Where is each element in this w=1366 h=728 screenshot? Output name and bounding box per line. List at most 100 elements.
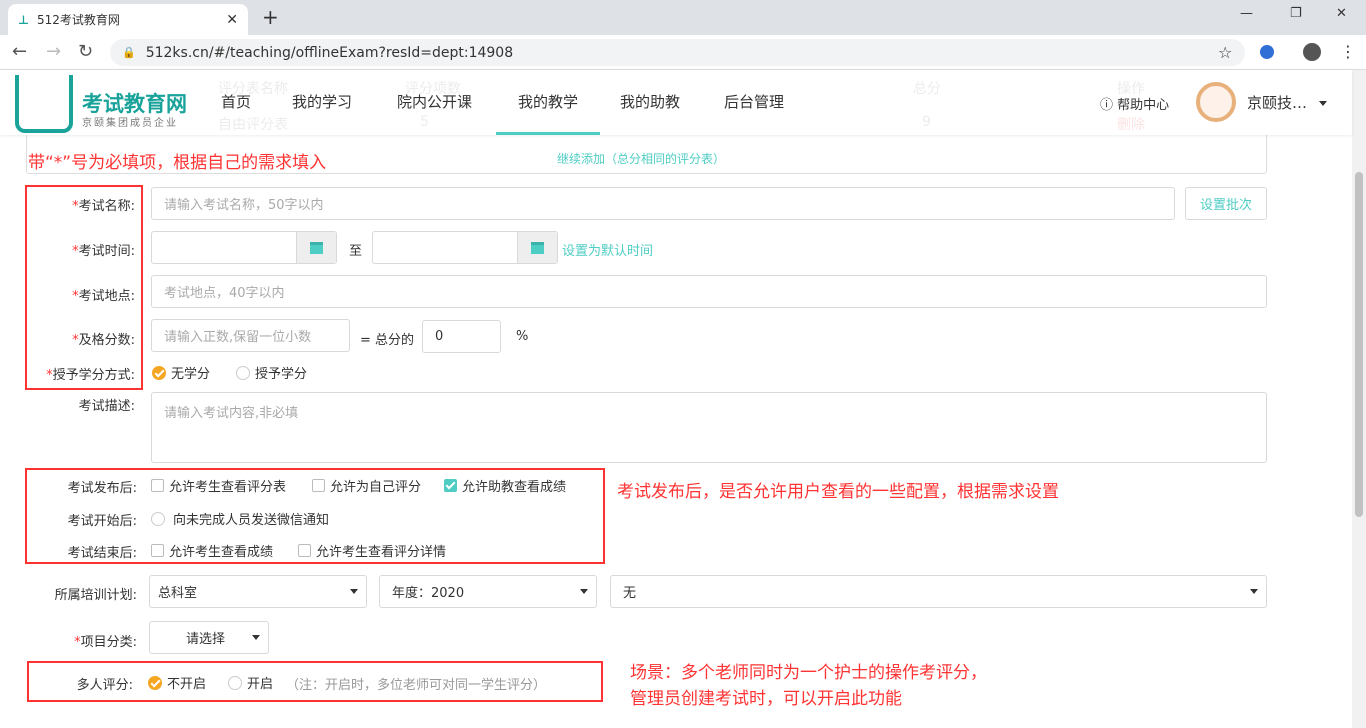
option-label: 开启	[247, 677, 274, 692]
end-time-input[interactable]	[372, 231, 558, 264]
select-value: 总科室	[158, 586, 198, 601]
calendar-icon[interactable]	[296, 232, 336, 263]
multi-scoring-on[interactable]: 开启	[228, 673, 273, 692]
radio-checked-icon	[152, 365, 166, 380]
wechat-notify-option[interactable]: 向未完成人员发送微信通知	[151, 509, 329, 528]
option-label: 允许助教查看成绩	[462, 480, 567, 495]
caret-down-icon	[580, 589, 588, 594]
pass-score-input[interactable]: 请输入正数,保留一位小数	[151, 319, 350, 352]
category-select[interactable]: 请选择	[149, 621, 269, 654]
set-batch-button[interactable]: 设置批次	[1185, 187, 1267, 220]
after-end-label: 考试结束后:	[67, 546, 137, 561]
training-plan-label: 所属培训计划:	[54, 588, 137, 603]
after-start-label: 考试开始后:	[67, 514, 137, 529]
maximize-icon[interactable]: ❐	[1290, 6, 1302, 21]
logo-icon	[15, 75, 73, 133]
close-tab-icon[interactable]: ✕	[226, 12, 238, 28]
option-label: 允许考生查看成绩	[169, 545, 274, 560]
ghost-header: 总分	[913, 81, 941, 97]
select-value: 请选择	[186, 632, 226, 647]
site-favicon-icon: ⊥	[18, 12, 29, 27]
option-label: 允许为自己评分	[330, 480, 422, 495]
department-select[interactable]: 总科室	[149, 575, 367, 608]
help-center-link[interactable]: ⓘ 帮助中心	[1100, 94, 1169, 113]
minimize-icon[interactable]: —	[1240, 6, 1253, 21]
allow-view-results-checkbox[interactable]: 允许考生查看成绩	[151, 541, 273, 560]
set-default-time-link[interactable]: 设置为默认时间	[562, 240, 653, 259]
radio-checked-icon	[148, 675, 162, 690]
exam-place-label: *考试地点:	[72, 289, 135, 304]
ghost-cell: 9	[922, 114, 931, 130]
multi-scoring-hint: （注：开启时，多位老师可对同一学生评分）	[286, 678, 547, 693]
description-textarea[interactable]: 请输入考试内容,非必填	[151, 392, 1267, 463]
publish-annotation: 考试发布后，是否允许用户查看的一些配置，根据需求设置	[617, 482, 1059, 502]
to-label: 至	[349, 244, 363, 259]
caret-down-icon	[350, 589, 358, 594]
ghost-cell: 删除	[1117, 117, 1145, 133]
allow-view-score-details-checkbox[interactable]: 允许考生查看评分详情	[298, 541, 446, 560]
exam-place-input[interactable]: 考试地点，40字以内	[151, 275, 1267, 308]
continue-add-link[interactable]: 继续添加（总分相同的评分表）	[557, 150, 725, 167]
close-window-icon[interactable]: ✕	[1336, 6, 1347, 21]
multi-scoring-label: 多人评分:	[76, 678, 133, 693]
avatar[interactable]	[1196, 82, 1236, 122]
url-field[interactable]: 🔒 512ks.cn/#/teaching/offlineExam?resId=…	[110, 39, 1245, 66]
radio-icon	[228, 675, 242, 690]
category-label: *项目分类:	[74, 635, 137, 650]
new-tab-icon[interactable]: +	[262, 5, 279, 29]
plan-select[interactable]: 无	[610, 575, 1267, 608]
nav-my-learning[interactable]: 我的学习	[292, 70, 352, 135]
nav-open-courses[interactable]: 院内公开课	[397, 70, 472, 135]
checkbox-icon	[151, 479, 164, 492]
option-label: 向未完成人员发送微信通知	[173, 513, 330, 528]
user-name[interactable]: 京颐技…	[1247, 92, 1307, 113]
reload-icon[interactable]: ↻	[78, 41, 93, 62]
checkbox-icon	[298, 544, 311, 557]
credit-option-grant[interactable]: 授予学分	[236, 363, 307, 382]
start-time-input[interactable]	[151, 231, 337, 264]
year-select[interactable]: 年度：2020	[379, 575, 597, 608]
user-dropdown-icon[interactable]	[1319, 101, 1327, 106]
nav-home[interactable]: 首页	[221, 70, 251, 135]
scenario-annotation-line2: 管理员创建考试时，可以开启此功能	[630, 689, 902, 709]
credit-option-none[interactable]: 无学分	[152, 363, 210, 382]
exam-name-input[interactable]: 请输入考试名称，50字以内	[151, 187, 1175, 220]
profile-icon[interactable]	[1303, 43, 1321, 61]
menu-icon[interactable]: ⋮	[1340, 42, 1356, 61]
scenario-annotation-line1: 场景：多个老师同时为一个护士的操作考评分，	[630, 663, 987, 683]
select-value: 年度：2020	[392, 586, 465, 601]
radio-icon	[151, 511, 165, 526]
browser-tab-bar: ⊥ 512考试教育网 ✕ + — ❐ ✕	[0, 0, 1366, 35]
option-label: 无学分	[171, 367, 211, 382]
caret-down-icon	[1250, 589, 1258, 594]
tab-title: 512考试教育网	[36, 13, 120, 27]
nav-admin[interactable]: 后台管理	[724, 70, 784, 135]
browser-tab[interactable]: ⊥ 512考试教育网 ✕	[8, 4, 248, 35]
help-icon: ⓘ	[1100, 98, 1114, 113]
scrollbar-thumb[interactable]	[1355, 172, 1363, 517]
required-annotation: 带“*”号为必填项，根据自己的需求填入	[28, 153, 327, 173]
allow-self-score-checkbox[interactable]: 允许为自己评分	[312, 476, 421, 495]
pass-percent-input[interactable]: 0	[422, 320, 501, 353]
site-header: 考试教育网 京颐集团成员企业 评分表名称 评分项数 总分 操作 自由评分表 5 …	[0, 70, 1352, 135]
allow-view-scoresheet-checkbox[interactable]: 允许考生查看评分表	[151, 476, 286, 495]
checkbox-icon	[312, 479, 325, 492]
description-label: 考试描述:	[78, 399, 135, 414]
nav-my-assistant[interactable]: 我的助教	[620, 70, 680, 135]
after-publish-label: 考试发布后:	[67, 481, 137, 496]
calendar-icon[interactable]	[517, 232, 557, 263]
equals-total-label: = 总分的	[360, 333, 415, 348]
back-icon[interactable]: ←	[12, 41, 27, 62]
forward-icon[interactable]: →	[46, 41, 61, 62]
allow-assistant-view-checkbox[interactable]: 允许助教查看成绩	[444, 476, 566, 495]
help-label: 帮助中心	[1117, 98, 1170, 113]
radio-icon	[236, 365, 250, 380]
bookmark-star-icon[interactable]: ☆	[1218, 43, 1232, 62]
extension-icon[interactable]	[1260, 45, 1274, 59]
logo-subtitle: 京颐集团成员企业	[82, 118, 178, 129]
multi-scoring-off[interactable]: 不开启	[148, 673, 206, 692]
option-label: 允许考生查看评分详情	[316, 545, 447, 560]
lock-icon: 🔒	[122, 46, 136, 59]
pass-score-label: *及格分数:	[72, 333, 135, 348]
nav-my-teaching[interactable]: 我的教学	[496, 70, 600, 135]
